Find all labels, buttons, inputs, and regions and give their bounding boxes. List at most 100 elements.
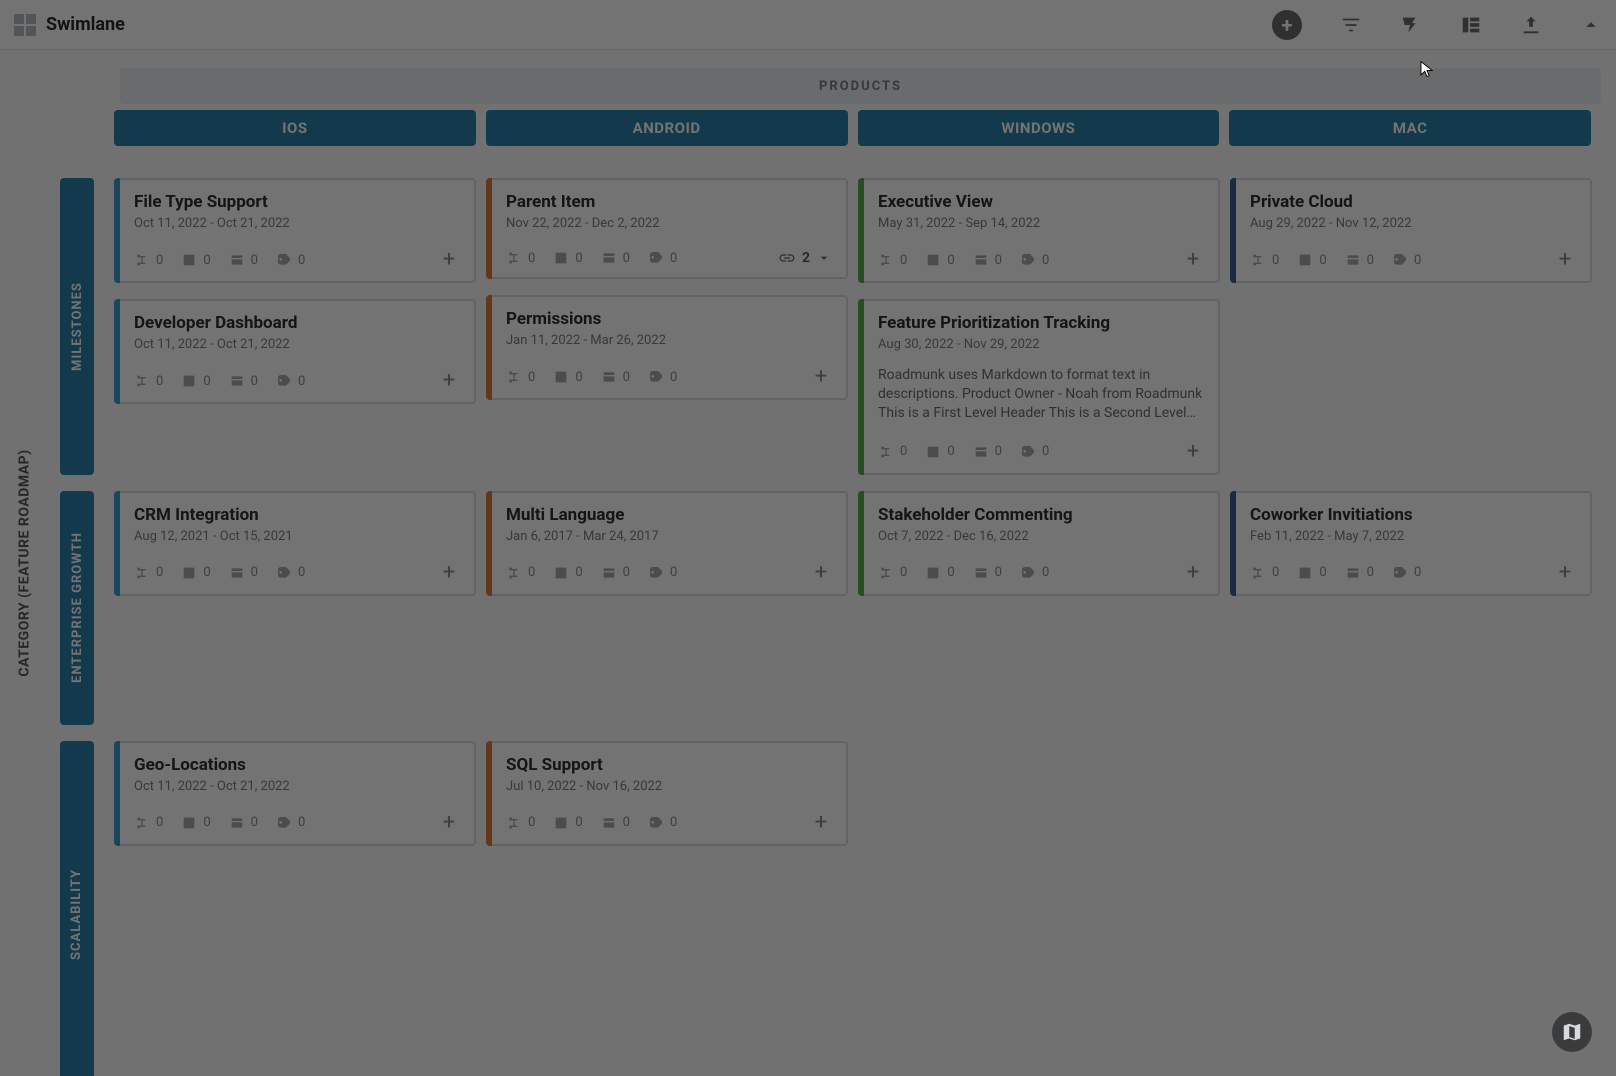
subitems-icon: 0 [878, 252, 907, 268]
tag-icon: 0 [1020, 252, 1049, 268]
card-add-button[interactable]: + [438, 370, 460, 392]
subitems-icon: 0 [134, 373, 163, 389]
card[interactable]: Multi LanguageJan 6, 2017 - Mar 24, 2017… [486, 491, 848, 596]
card-title: Geo-Locations [134, 755, 460, 775]
column-header[interactable]: MAC [1229, 110, 1591, 146]
lane-column: Geo-Locations Oct 11, 2022 - Oct 21, 2022… [114, 741, 476, 1076]
map-fab[interactable] [1552, 1012, 1592, 1052]
card-title: File Type Support [134, 192, 460, 212]
card[interactable]: Private CloudAug 29, 2022 - Nov 12, 2022… [1230, 178, 1592, 283]
card[interactable]: Developer Dashboard Oct 11, 2022 - Oct 21… [114, 299, 476, 404]
milestone-icon: 0 [553, 565, 582, 581]
card-dates: Oct 11, 2022 - Oct 21, 2022 [134, 216, 460, 231]
milestone-icon: 0 [181, 373, 210, 389]
card-footer: 0000+ [1250, 562, 1576, 584]
toolbar: Swimlane + [0, 0, 1616, 50]
subitems-icon: 0 [506, 565, 535, 581]
card[interactable]: PermissionsJan 11, 2022 - Mar 26, 202200… [486, 295, 848, 400]
card[interactable]: SQL SupportJul 10, 2022 - Nov 16, 202200… [486, 741, 848, 846]
card-add-button[interactable]: + [438, 812, 460, 834]
filter-icon[interactable] [1340, 14, 1362, 36]
view-switch-icon[interactable] [14, 14, 36, 36]
card-dates: Aug 30, 2022 - Nov 29, 2022 [878, 337, 1204, 352]
card-dates: Oct 7, 2022 - Dec 16, 2022 [878, 529, 1204, 544]
card-footer: 0000+ [134, 370, 460, 392]
card[interactable]: Parent ItemNov 22, 2022 - Dec 2, 2022000… [486, 178, 848, 279]
card-add-button[interactable]: + [1554, 562, 1576, 584]
card-dates: Jan 11, 2022 - Mar 26, 2022 [506, 333, 832, 348]
card-title: Executive View [878, 192, 1204, 212]
card-add-button[interactable]: + [438, 562, 460, 584]
card-dates: Oct 11, 2022 - Oct 21, 2022 [134, 779, 460, 794]
products-header: PRODUCTS [120, 68, 1601, 104]
fields-icon: 0 [601, 815, 630, 831]
fields-icon: 0 [229, 373, 258, 389]
card-add-button[interactable]: + [810, 812, 832, 834]
tag-icon: 0 [276, 815, 305, 831]
card[interactable]: CRM IntegrationAug 12, 2021 - Oct 15, 20… [114, 491, 476, 596]
lane-column [858, 741, 1220, 1076]
card-add-button[interactable]: + [438, 249, 460, 271]
card-add-button[interactable]: + [810, 366, 832, 388]
lane-label[interactable]: SCALABILITY [60, 741, 94, 1076]
column-header[interactable]: ANDROID [486, 110, 848, 146]
milestone-icon: 0 [181, 565, 210, 581]
card[interactable]: Stakeholder CommentingOct 7, 2022 - Dec … [858, 491, 1220, 596]
layout-icon[interactable] [1460, 14, 1482, 36]
tag-icon: 0 [1392, 252, 1421, 268]
card-footer: 0000+ [506, 812, 832, 834]
lane-column: File Type Support Oct 11, 2022 - Oct 21, … [114, 178, 476, 475]
tag-icon: 0 [648, 565, 677, 581]
fields-icon: 0 [601, 565, 630, 581]
tag-icon: 0 [648, 250, 677, 266]
milestone-icon: 0 [181, 815, 210, 831]
lane-label[interactable]: MILESTONES [60, 178, 94, 475]
lane-label[interactable]: ENTERPRISE GROWTH [60, 491, 94, 725]
lane-column: Private CloudAug 29, 2022 - Nov 12, 2022… [1230, 178, 1592, 475]
card-add-button[interactable]: + [1182, 441, 1204, 463]
card-footer: 0000+ [506, 366, 832, 388]
milestone-icon: 0 [553, 250, 582, 266]
fields-icon: 0 [601, 250, 630, 266]
linked-items[interactable]: 2 [778, 249, 832, 267]
lane-column: SQL SupportJul 10, 2022 - Nov 16, 202200… [486, 741, 848, 1076]
lane-column: Stakeholder CommentingOct 7, 2022 - Dec … [858, 491, 1220, 725]
card-footer: 0000+ [878, 441, 1204, 463]
card-add-button[interactable]: + [1182, 562, 1204, 584]
card[interactable]: Executive View May 31, 2022 - Sep 14, 202… [858, 178, 1220, 283]
card[interactable]: Geo-Locations Oct 11, 2022 - Oct 21, 2022… [114, 741, 476, 846]
card-add-button[interactable]: + [1182, 249, 1204, 271]
column-header[interactable]: IOS [114, 110, 476, 146]
card-dates: Aug 29, 2022 - Nov 12, 2022 [1250, 216, 1576, 231]
subitems-icon: 0 [134, 565, 163, 581]
tag-icon: 0 [1020, 444, 1049, 460]
milestone-icon: 0 [1297, 252, 1326, 268]
chevron-up-icon[interactable] [1580, 14, 1602, 36]
card-dates: May 31, 2022 - Sep 14, 2022 [878, 216, 1204, 231]
card-dates: Jul 10, 2022 - Nov 16, 2022 [506, 779, 832, 794]
lane-column: Parent ItemNov 22, 2022 - Dec 2, 2022000… [486, 178, 848, 475]
export-icon[interactable] [1520, 14, 1542, 36]
card[interactable]: File Type Support Oct 11, 2022 - Oct 21, … [114, 178, 476, 283]
card-footer: 0000+ [878, 249, 1204, 271]
subitems-icon: 0 [1250, 252, 1279, 268]
milestone-icon: 0 [1297, 565, 1326, 581]
page-title: Swimlane [46, 14, 125, 35]
fields-icon: 0 [1345, 565, 1374, 581]
card[interactable]: Feature Prioritization TrackingAug 30, 2… [858, 299, 1220, 475]
card-footer: 0000+ [134, 249, 460, 271]
sort-icon[interactable] [1400, 14, 1422, 36]
card-add-button[interactable]: + [810, 562, 832, 584]
card-title: Coworker Invitiations [1250, 505, 1576, 525]
card-add-button[interactable]: + [1554, 249, 1576, 271]
card[interactable]: Coworker InvitiationsFeb 11, 2022 - May … [1230, 491, 1592, 596]
cursor-icon [1418, 60, 1436, 78]
column-header[interactable]: WINDOWS [858, 110, 1220, 146]
card-dates: Oct 11, 2022 - Oct 21, 2022 [134, 337, 460, 352]
card-title: Developer Dashboard [134, 313, 460, 333]
card-footer: 0000+ [878, 562, 1204, 584]
add-item-button[interactable]: + [1272, 10, 1302, 40]
milestone-icon: 0 [925, 444, 954, 460]
subitems-icon: 0 [506, 369, 535, 385]
milestone-icon: 0 [553, 815, 582, 831]
